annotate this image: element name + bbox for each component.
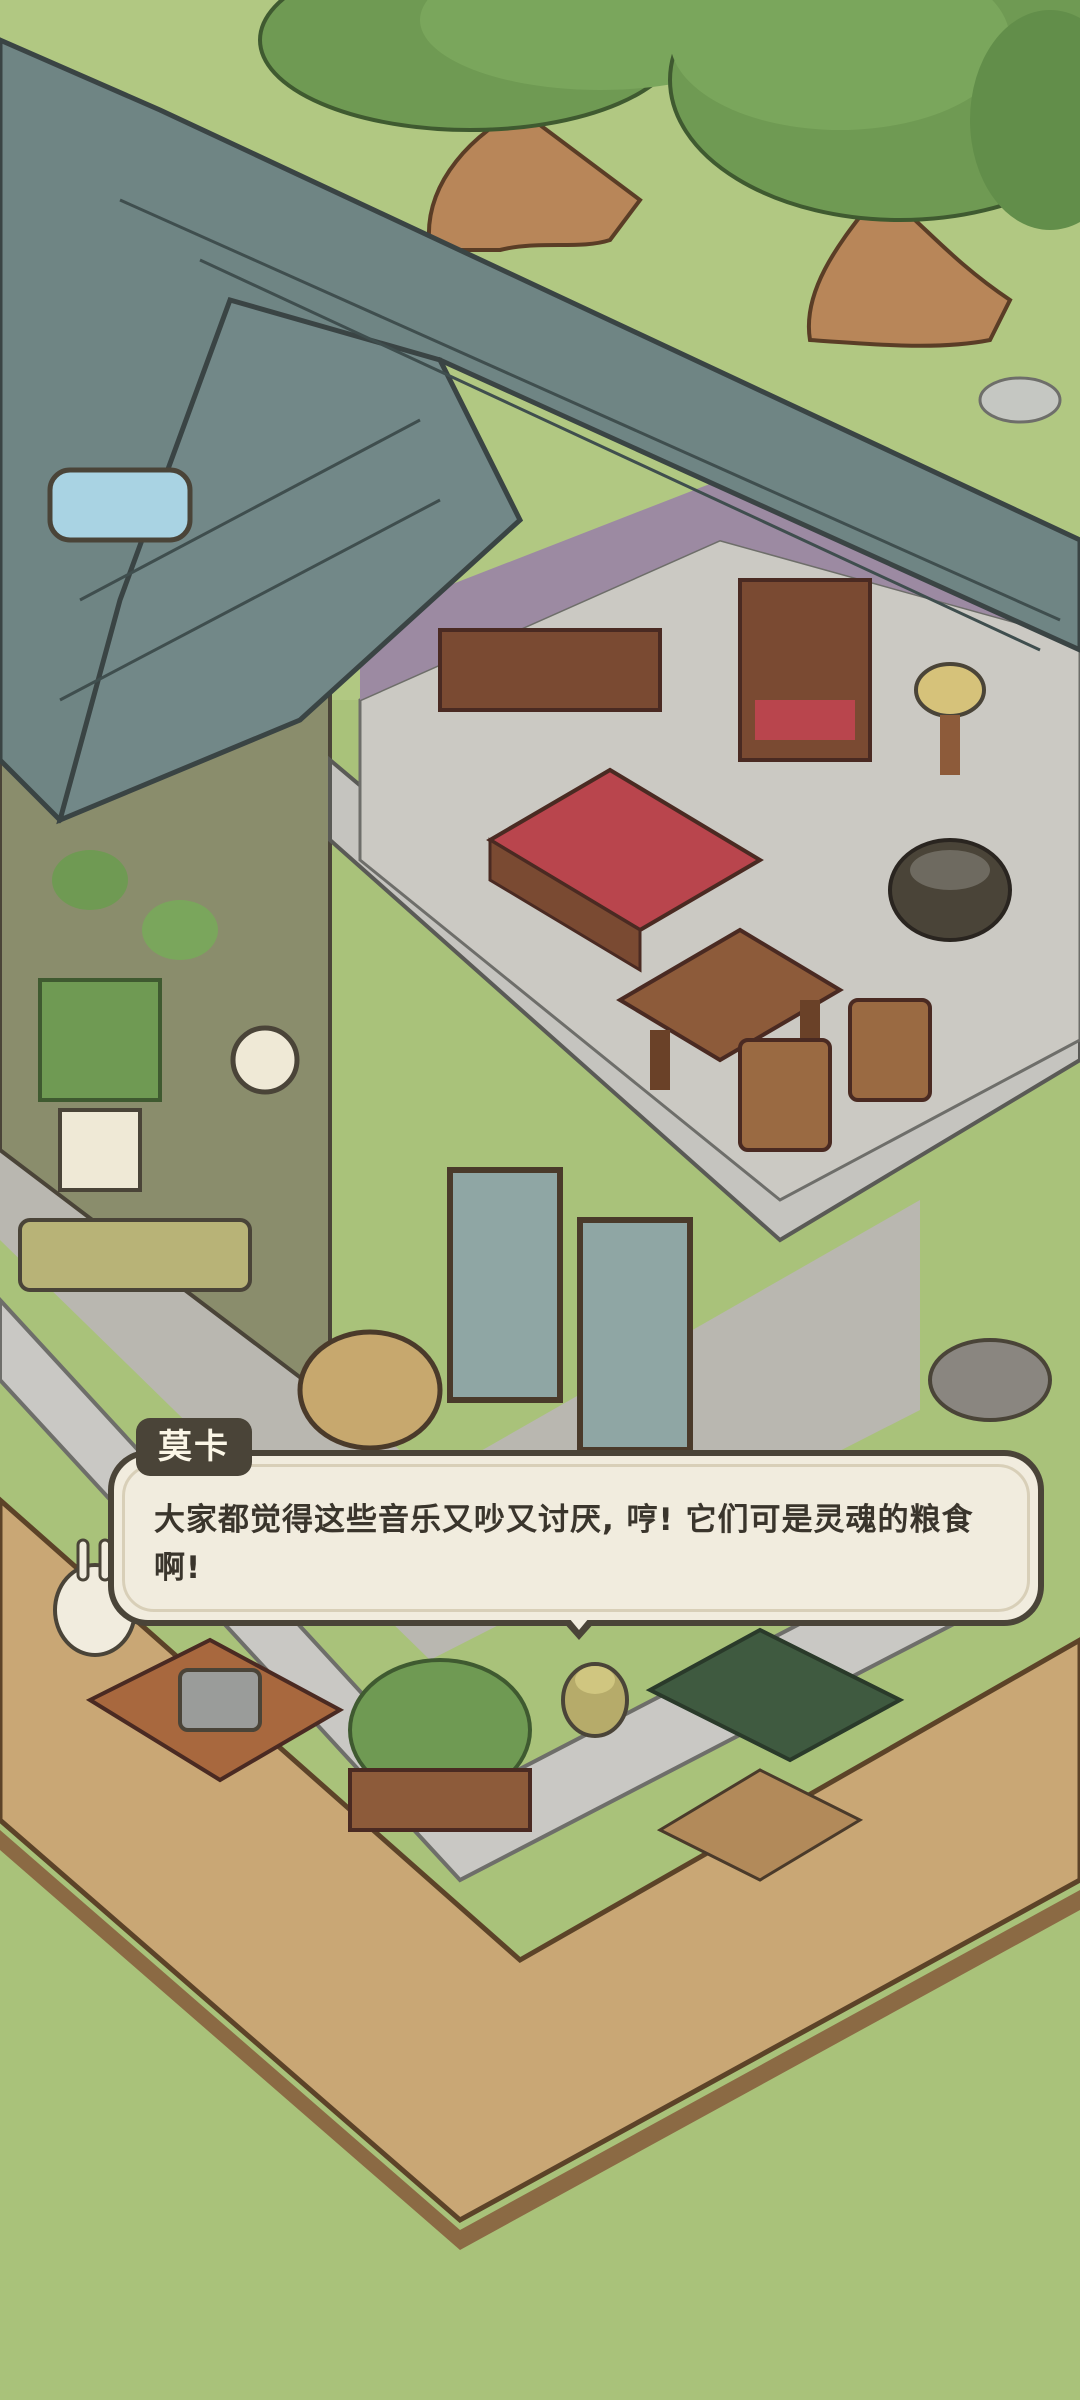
dialog-pointer-inner <box>569 1618 589 1630</box>
garden-rock <box>928 1338 1052 1422</box>
speaker-name: 莫卡 <box>136 1418 252 1476</box>
window-glass-left <box>447 1167 563 1403</box>
potted-plant <box>348 1658 532 1832</box>
frog-character[interactable] <box>561 1662 629 1738</box>
dialog[interactable]: 莫卡 大家都觉得这些音乐又吵又讨厌, 哼! 它们可是灵魂的粮食啊! <box>108 1418 1044 1640</box>
cabinet-drawer <box>755 700 855 740</box>
bathtub <box>47 467 193 543</box>
game-scene[interactable] <box>0 0 1080 2400</box>
dialog-text: 大家都觉得这些音乐又吵又讨厌, 哼! 它们可是灵魂的粮食啊! <box>154 1502 974 1586</box>
wall-clock[interactable] <box>230 1025 300 1095</box>
bench[interactable] <box>18 1218 252 1292</box>
window-glass-right <box>577 1217 693 1453</box>
cooking-pot[interactable] <box>888 838 1012 942</box>
stone-path <box>978 376 1062 424</box>
dialog-box[interactable]: 大家都觉得这些音乐又吵又讨厌, 哼! 它们可是灵魂的粮食啊! <box>108 1450 1044 1626</box>
